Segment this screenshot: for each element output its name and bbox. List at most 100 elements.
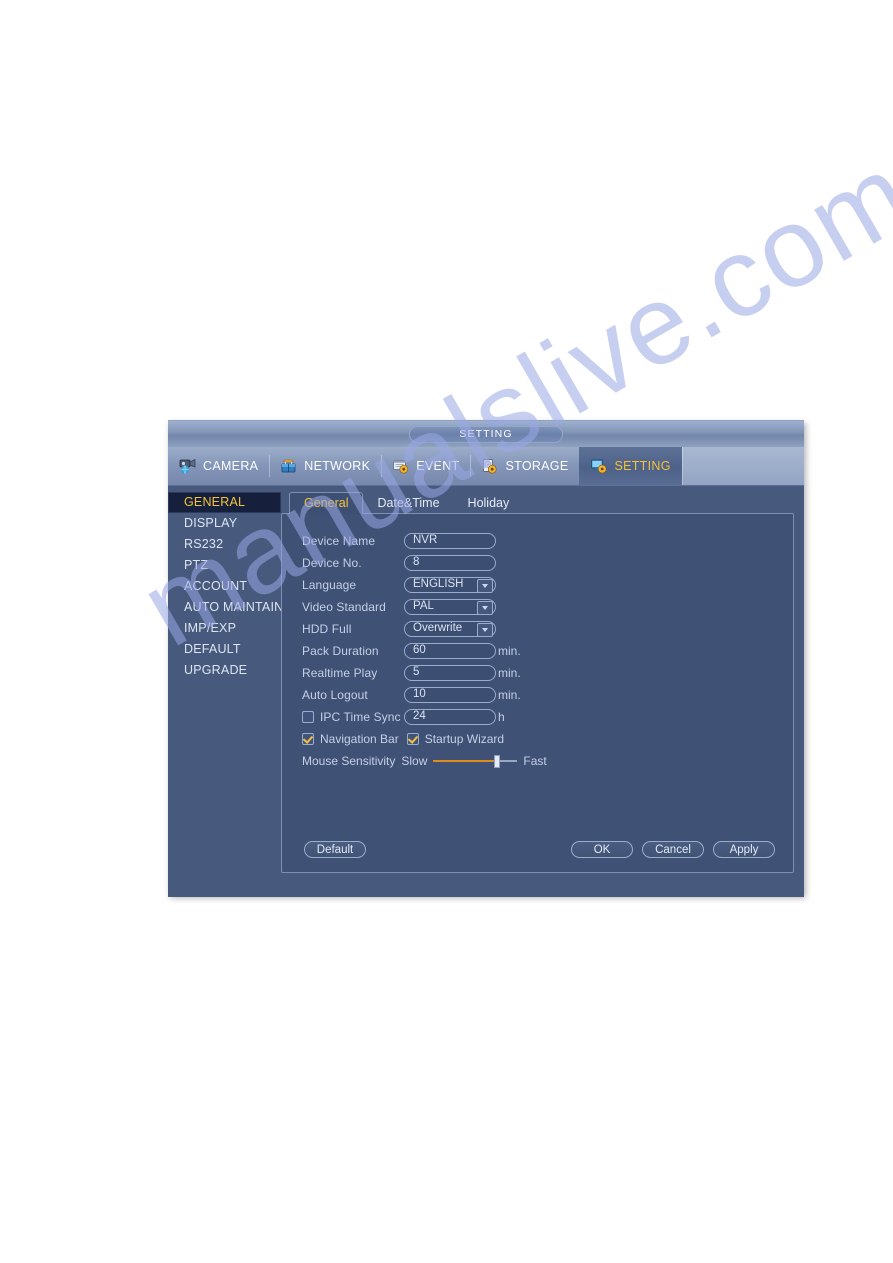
row-video-standard: Video Standard PAL (302, 596, 793, 618)
event-icon (391, 457, 411, 475)
mouse-sensitivity-slider[interactable] (433, 755, 518, 768)
language-select[interactable]: ENGLISH (404, 577, 496, 593)
pack-duration-input[interactable]: 60 (404, 643, 496, 659)
camera-icon (178, 457, 198, 475)
sidebar-item-label: ACCOUNT (184, 579, 248, 593)
row-language: Language ENGLISH (302, 574, 793, 596)
hdd-full-select[interactable]: Overwrite (404, 621, 496, 637)
chevron-down-icon[interactable] (477, 623, 493, 637)
navigation-bar-label: Navigation Bar (320, 732, 399, 746)
tab-holiday[interactable]: Holiday (454, 493, 524, 514)
ipc-time-sync-input[interactable]: 24 (404, 709, 496, 725)
ipc-time-sync-group: IPC Time Sync (302, 710, 404, 724)
video-standard-label: Video Standard (302, 600, 386, 614)
sidebar-item-general[interactable]: GENERAL (168, 492, 281, 513)
sidebar-item-rs232[interactable]: RS232 (168, 534, 281, 555)
video-standard-select[interactable]: PAL (404, 599, 496, 615)
action-button-group: OK Cancel Apply (571, 841, 775, 858)
nav-item-network[interactable]: NETWORK (269, 447, 381, 485)
nav-item-camera[interactable]: CAMERA (168, 447, 269, 485)
device-name-value: NVR (413, 534, 438, 547)
ok-button[interactable]: OK (571, 841, 633, 858)
realtime-play-label: Realtime Play (302, 666, 378, 680)
tab-date-time[interactable]: Date&Time (363, 493, 453, 514)
row-device-no: Device No. 8 (302, 552, 793, 574)
apply-button[interactable]: Apply (713, 841, 775, 858)
tab-label: Date&Time (377, 496, 440, 510)
mouse-sensitivity-label: Mouse Sensitivity (302, 754, 396, 768)
tab-label: Holiday (467, 496, 510, 510)
sidebar-item-display[interactable]: DISPLAY (168, 513, 281, 534)
device-no-input[interactable]: 8 (404, 555, 496, 571)
hdd-full-label: HDD Full (302, 622, 352, 636)
row-device-name: Device Name NVR (302, 530, 793, 552)
auto-logout-label: Auto Logout (302, 688, 368, 702)
slider-handle[interactable] (494, 755, 501, 768)
nav-item-label: STORAGE (505, 459, 569, 473)
sidebar-item-default[interactable]: DEFAULT (168, 639, 281, 660)
sidebar-item-imp-exp[interactable]: IMP/EXP (168, 618, 281, 639)
sidebar-item-label: DISPLAY (184, 516, 238, 530)
nav-item-event[interactable]: EVENT (381, 447, 470, 485)
hdd-full-value: Overwrite (413, 622, 463, 635)
realtime-play-input[interactable]: 5 (404, 665, 496, 681)
language-label: Language (302, 578, 357, 592)
slider-track-filled (433, 760, 495, 762)
tab-strip: General Date&Time Holiday (281, 492, 794, 514)
sidebar-item-label: DEFAULT (184, 642, 241, 656)
ipc-time-sync-value: 24 (413, 710, 426, 723)
ipc-time-sync-unit: h (498, 710, 505, 724)
nav-item-setting[interactable]: SETTING (579, 447, 682, 485)
sidebar-item-upgrade[interactable]: UPGRADE (168, 660, 281, 681)
mouse-sensitivity-min-label: Slow (401, 754, 428, 768)
settings-sidebar: GENERAL DISPLAY RS232 PTZ ACCOUNT AUTO M… (168, 486, 284, 897)
auto-logout-unit: min. (498, 688, 521, 702)
pack-duration-label: Pack Duration (302, 644, 379, 658)
row-hdd-full: HDD Full Overwrite (302, 618, 793, 640)
sidebar-item-label: GENERAL (184, 495, 246, 509)
device-name-input[interactable]: NVR (404, 533, 496, 549)
device-no-value: 8 (413, 556, 420, 569)
sidebar-item-account[interactable]: ACCOUNT (168, 576, 281, 597)
auto-logout-input[interactable]: 10 (404, 687, 496, 703)
startup-wizard-checkbox[interactable] (406, 733, 419, 745)
panel-button-row: Default OK Cancel Apply (304, 841, 775, 858)
row-mouse-sensitivity: Mouse Sensitivity Slow Fast (302, 750, 793, 772)
row-pack-duration: Pack Duration 60 min. (302, 640, 793, 662)
page-root: manualslive.com SETTING CAMERA NETWORK E… (0, 0, 893, 1263)
nav-item-label: SETTING (614, 459, 671, 473)
ipc-time-sync-checkbox[interactable] (302, 711, 314, 723)
sidebar-item-label: UPGRADE (184, 663, 248, 677)
window-title-bar: SETTING (168, 421, 804, 447)
sidebar-item-label: AUTO MAINTAIN (184, 600, 284, 614)
sidebar-item-ptz[interactable]: PTZ (168, 555, 281, 576)
sidebar-item-label: PTZ (184, 558, 209, 572)
realtime-play-value: 5 (413, 666, 420, 679)
sidebar-item-auto-maintain[interactable]: AUTO MAINTAIN (168, 597, 284, 618)
default-button[interactable]: Default (304, 841, 366, 858)
cancel-button[interactable]: Cancel (642, 841, 704, 858)
ipc-time-sync-label: IPC Time Sync (320, 710, 401, 724)
mouse-sensitivity-max-label: Fast (523, 754, 547, 768)
video-standard-value: PAL (413, 600, 434, 613)
row-toggles: Navigation Bar Startup Wizard (302, 728, 793, 750)
pack-duration-value: 60 (413, 644, 426, 657)
startup-wizard-label: Startup Wizard (424, 732, 505, 746)
tab-general[interactable]: General (289, 492, 364, 514)
nav-item-storage[interactable]: STORAGE (470, 447, 579, 485)
nav-item-label: CAMERA (203, 459, 259, 473)
pack-duration-unit: min. (498, 644, 521, 658)
window-body: GENERAL DISPLAY RS232 PTZ ACCOUNT AUTO M… (168, 486, 804, 897)
network-icon (279, 457, 299, 475)
sidebar-item-label: RS232 (184, 537, 224, 551)
navigation-bar-checkbox[interactable] (302, 733, 314, 745)
nvr-setting-window: SETTING CAMERA NETWORK EVENT STORAGE SET… (168, 420, 804, 897)
tab-label: General (304, 496, 349, 510)
general-settings-panel: Device Name NVR Device No. 8 Language EN… (281, 513, 794, 873)
sidebar-item-label: IMP/EXP (184, 621, 237, 635)
slider-track-empty (500, 760, 518, 762)
realtime-play-unit: min. (498, 666, 521, 680)
chevron-down-icon[interactable] (477, 579, 493, 593)
chevron-down-icon[interactable] (477, 601, 493, 615)
row-ipc-time-sync: IPC Time Sync 24 h (302, 706, 793, 728)
